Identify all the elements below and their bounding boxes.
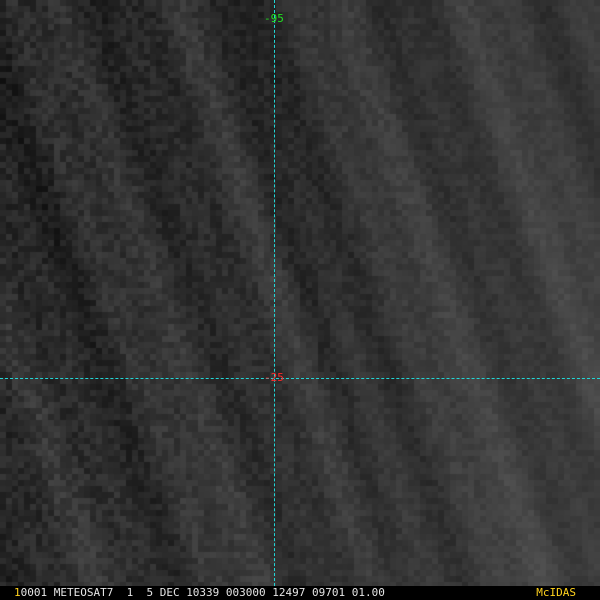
latitude-label: -25 bbox=[264, 371, 284, 384]
frame-number: 1 bbox=[14, 586, 21, 599]
satellite-imagery bbox=[0, 0, 600, 586]
longitude-grid-line bbox=[274, 0, 275, 586]
mcidas-brand: McIDAS bbox=[536, 586, 576, 599]
image-info-text: 0001 METEOSAT7 1 5 DEC 10339 003000 1249… bbox=[20, 586, 385, 599]
longitude-label: -95 bbox=[264, 12, 284, 25]
latitude-grid-line bbox=[0, 378, 600, 379]
status-bar: 10001 METEOSAT7 1 5 DEC 10339 003000 124… bbox=[0, 586, 600, 600]
satellite-image-viewport[interactable]: -95 -25 10001 METEOSAT7 1 5 DEC 10339 00… bbox=[0, 0, 600, 600]
